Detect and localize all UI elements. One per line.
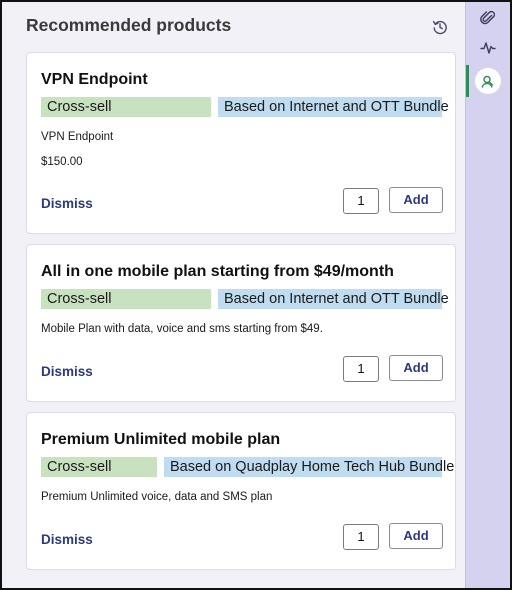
basis-tag: Based on Quadplay Home Tech Hub Bundle (164, 457, 454, 477)
utility-rail (465, 2, 510, 588)
recommendation-icon-badge (475, 68, 501, 94)
recommended-products-panel: Recommended products VPN Endpoint Cross-… (2, 2, 465, 588)
quantity-input[interactable]: 1 (343, 188, 379, 214)
product-title: Premium Unlimited mobile plan (41, 431, 281, 448)
add-button[interactable]: Add (389, 355, 443, 381)
product-description: Mobile Plan with data, voice and sms sta… (41, 323, 323, 335)
paperclip-icon[interactable] (472, 2, 504, 34)
dismiss-button[interactable]: Dismiss (41, 532, 93, 547)
quantity-input[interactable]: 1 (343, 356, 379, 382)
add-button[interactable]: Add (389, 187, 443, 213)
product-card-mobile-plan: All in one mobile plan starting from $49… (26, 244, 456, 402)
product-card-premium-unlimited: Premium Unlimited mobile plan Cross-sell… (26, 412, 456, 570)
product-description: VPN Endpoint (41, 131, 114, 143)
dismiss-button[interactable]: Dismiss (41, 196, 93, 211)
dismiss-button[interactable]: Dismiss (41, 364, 93, 379)
cross-sell-tag: Cross-sell (41, 289, 211, 309)
active-indicator (466, 65, 469, 97)
basis-tag: Based on Internet and OTT Bundle (218, 97, 449, 117)
panel-header: Recommended products (26, 14, 451, 38)
basis-tag: Based on Internet and OTT Bundle (218, 289, 449, 309)
product-description: Premium Unlimited voice, data and SMS pl… (41, 491, 273, 503)
product-card-vpn-endpoint: VPN Endpoint Cross-sell Based on Interne… (26, 52, 456, 234)
product-title: VPN Endpoint (41, 71, 148, 88)
history-icon[interactable] (429, 16, 451, 38)
cross-sell-tag: Cross-sell (41, 457, 157, 477)
panel-title: Recommended products (26, 15, 232, 35)
add-button[interactable]: Add (389, 523, 443, 549)
activity-icon[interactable] (472, 32, 504, 64)
quantity-input[interactable]: 1 (343, 524, 379, 550)
app-frame: Recommended products VPN Endpoint Cross-… (0, 0, 512, 590)
cross-sell-tag: Cross-sell (41, 97, 211, 117)
product-price: $150.00 (41, 156, 83, 168)
recommendation-icon[interactable] (472, 65, 504, 97)
product-title: All in one mobile plan starting from $49… (41, 263, 394, 280)
